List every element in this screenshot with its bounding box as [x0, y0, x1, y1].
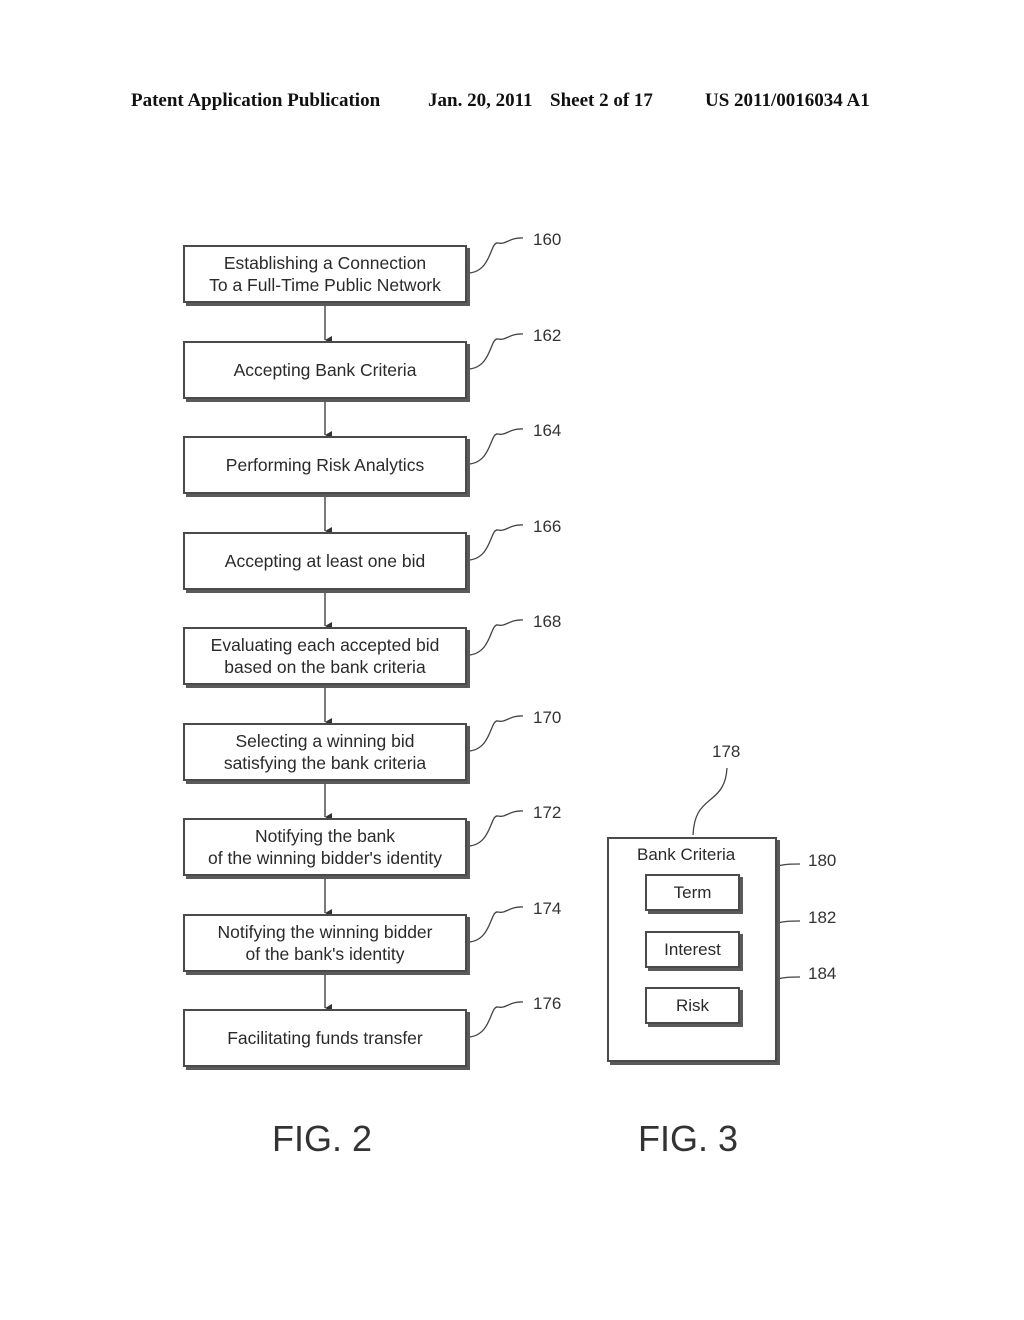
flow-step-line: To a Full-Time Public Network	[209, 275, 441, 295]
flow-step-line: Evaluating each accepted bid	[210, 635, 440, 655]
flow-step-text: Facilitating funds transfer	[227, 1027, 423, 1049]
bank-criteria-title: Bank Criteria	[637, 845, 736, 864]
flow-step-162: Accepting Bank Criteria	[183, 341, 467, 399]
ref-label-160: 160	[533, 230, 562, 249]
leader-line-160	[468, 237, 524, 274]
flow-step-line: Accepting Bank Criteria	[233, 360, 417, 380]
criteria-risk: Risk	[645, 987, 740, 1024]
leader-line-166	[468, 524, 524, 561]
criteria-term: Term	[645, 874, 740, 911]
flow-step-line: Performing Risk Analytics	[225, 455, 425, 475]
flow-step-line: Accepting at least one bid	[224, 551, 426, 571]
flow-step-text: Selecting a winning bid satisfying the ba…	[224, 730, 426, 774]
flow-step-line: of the bank's identity	[245, 944, 405, 964]
flow-step-text: Accepting at least one bid	[225, 550, 425, 572]
leader-line-174	[468, 906, 524, 943]
flow-step-174: Notifying the winning bidder of the bank'…	[183, 914, 467, 972]
ref-label-184: 184	[808, 964, 837, 983]
ref-label-166: 166	[533, 517, 562, 536]
flow-step-line: Notifying the bank	[254, 826, 396, 846]
ref-label-180: 180	[808, 851, 837, 870]
leader-line-162	[468, 333, 524, 370]
flow-step-line: of the winning bidder's identity	[208, 848, 442, 868]
flow-step-line: Facilitating funds transfer	[227, 1028, 423, 1048]
fig2-caption: FIG. 2	[272, 1118, 373, 1159]
flow-step-line: Notifying the winning bidder	[217, 922, 433, 942]
flow-step-172: Notifying the bank of the winning bidder'…	[183, 818, 467, 876]
flow-step-text: Accepting Bank Criteria	[234, 359, 417, 381]
connector-lines	[324, 237, 801, 1038]
leader-line-164	[468, 428, 524, 465]
criteria-interest: Interest	[645, 931, 740, 968]
flow-step-170: Selecting a winning bid satisfying the ba…	[183, 723, 467, 781]
flow-step-164: Performing Risk Analytics	[183, 436, 467, 494]
fig3-caption: FIG. 3	[638, 1118, 739, 1159]
ref-label-170: 170	[533, 708, 562, 727]
flow-step-text: Establishing a Connection To a Full-Time …	[209, 252, 441, 296]
flow-step-line: Establishing a Connection	[223, 253, 427, 273]
leader-line-170	[468, 715, 524, 752]
flow-step-160: Establishing a Connection To a Full-Time …	[183, 245, 467, 303]
ref-label-182: 182	[808, 908, 837, 927]
ref-label-174: 174	[533, 899, 562, 918]
flow-step-text: Evaluating each accepted bid based on the…	[211, 634, 440, 678]
flow-step-text: Performing Risk Analytics	[226, 454, 424, 476]
leader-line-176	[468, 1001, 524, 1038]
leader-line-172	[468, 810, 524, 847]
ref-label-172: 172	[533, 803, 562, 822]
flow-step-176: Facilitating funds transfer	[183, 1009, 467, 1067]
ref-label-162: 162	[533, 326, 562, 345]
flow-step-168: Evaluating each accepted bid based on the…	[183, 627, 467, 685]
flow-step-line: satisfying the bank criteria	[223, 753, 427, 773]
leader-line-178	[692, 767, 728, 836]
flow-step-text: Notifying the bank of the winning bidder'…	[208, 825, 442, 869]
flow-step-text: Notifying the winning bidder of the bank'…	[218, 921, 433, 965]
leader-line-168	[468, 619, 524, 656]
ref-label-164: 164	[533, 421, 562, 440]
ref-label-176: 176	[533, 994, 562, 1013]
flow-step-line: Selecting a winning bid	[235, 731, 415, 751]
flow-step-line: based on the bank criteria	[224, 657, 426, 677]
ref-label-168: 168	[533, 612, 562, 631]
flow-step-166: Accepting at least one bid	[183, 532, 467, 590]
ref-label-container: 178	[712, 742, 741, 761]
